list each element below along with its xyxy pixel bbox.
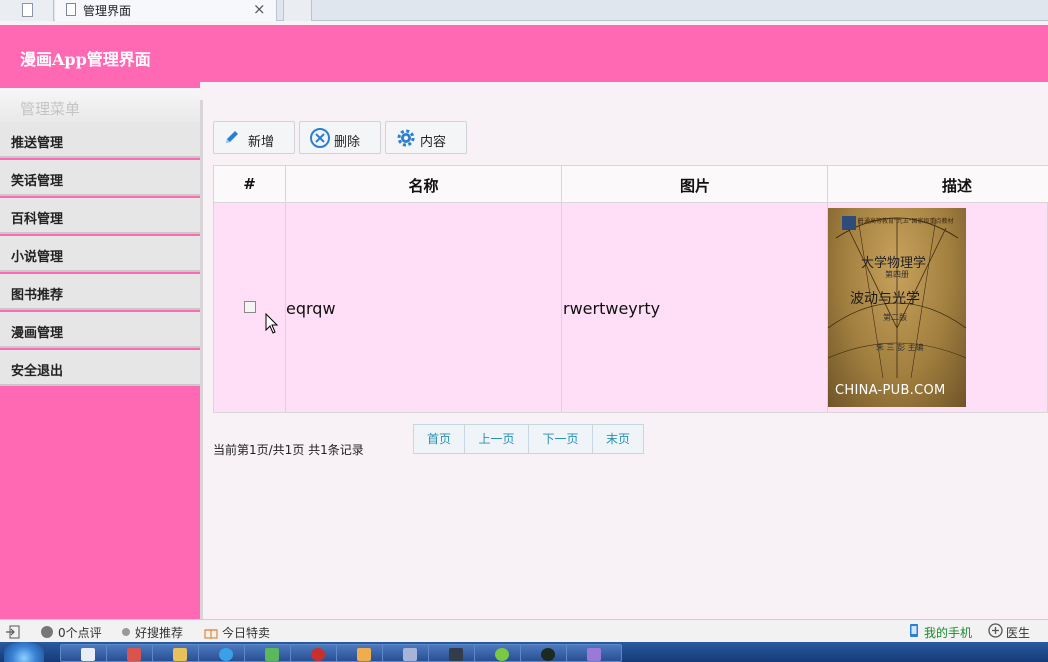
browser-app-icon bbox=[219, 648, 233, 661]
sidebar-item-label: 安全退出 bbox=[11, 364, 64, 379]
status-reviews[interactable]: 0个点评 bbox=[58, 624, 102, 641]
document-icon bbox=[66, 3, 76, 16]
column-header-index: # bbox=[243, 175, 256, 193]
prev-page-button[interactable]: 上一页 bbox=[465, 425, 529, 453]
mouse-cursor-icon bbox=[265, 313, 279, 334]
document-app-icon bbox=[81, 648, 95, 661]
review-icon bbox=[41, 626, 53, 638]
column-header-name[interactable]: 名称 bbox=[285, 175, 562, 196]
pagination: 首页 上一页 下一页 末页 bbox=[413, 424, 644, 454]
sidebar-item-label: 漫画管理 bbox=[11, 326, 64, 341]
paint-app-icon bbox=[127, 648, 141, 661]
pagination-info: 当前第1页/共1页 共1条记录 bbox=[213, 443, 364, 457]
menu-heading: 管理菜单 bbox=[0, 88, 200, 122]
row-name-cell: eqrqw bbox=[286, 299, 336, 318]
sidebar-item-jokes[interactable]: 笑话管理 bbox=[0, 160, 200, 196]
android-icon bbox=[541, 648, 555, 661]
status-doctor[interactable]: 医生 bbox=[1006, 624, 1030, 641]
browser-tab[interactable]: 管理界面 × bbox=[55, 0, 277, 21]
pencil-icon bbox=[226, 131, 238, 143]
next-page-button[interactable]: 下一页 bbox=[529, 425, 593, 453]
book-edition: 第二版 bbox=[883, 313, 907, 322]
os-taskbar bbox=[0, 642, 1048, 662]
add-button-label: 新增 bbox=[248, 135, 275, 150]
folder-icon bbox=[173, 648, 187, 661]
sidebar: 管理菜单 推送管理 笑话管理 百科管理 小说管理 图书推荐 漫画管理 安全退出 bbox=[0, 82, 200, 619]
sidebar-item-comics[interactable]: 漫画管理 bbox=[0, 312, 200, 348]
add-button[interactable]: 新增 bbox=[213, 121, 295, 154]
last-page-button[interactable]: 末页 bbox=[593, 425, 643, 453]
app-header: 漫画App管理界面 bbox=[0, 25, 1048, 82]
book-cover-banner: 普通高等教育"九五"国家级重点教材 bbox=[828, 212, 966, 230]
sidebar-item-label: 图书推荐 bbox=[11, 288, 64, 303]
new-tab-button[interactable] bbox=[283, 0, 312, 21]
sidebar-item-novels[interactable]: 小说管理 bbox=[0, 236, 200, 272]
tool-icon bbox=[357, 648, 371, 661]
status-deals[interactable]: 今日特卖 bbox=[222, 624, 270, 641]
app-icon bbox=[449, 648, 463, 661]
app-icon bbox=[587, 648, 601, 661]
gear-icon bbox=[397, 129, 415, 147]
content-button-label: 内容 bbox=[420, 135, 447, 150]
page-icon bbox=[22, 3, 33, 17]
book-volume: 第四册 bbox=[885, 270, 909, 279]
book-watermark: CHINA-PUB.COM bbox=[835, 383, 946, 398]
browser-app-icon bbox=[495, 648, 509, 661]
menu-heading-label: 管理菜单 bbox=[20, 100, 81, 118]
column-header-description[interactable]: 描述 bbox=[828, 175, 1048, 196]
column-header-image[interactable]: 图片 bbox=[562, 175, 828, 196]
sidebar-item-logout[interactable]: 安全退出 bbox=[0, 350, 200, 386]
column-divider bbox=[285, 166, 286, 412]
delete-button[interactable]: 删除 bbox=[299, 121, 381, 154]
status-my-phone[interactable]: 我的手机 bbox=[924, 624, 972, 641]
book-author: 朱 三 彭 主编 bbox=[876, 343, 924, 352]
table-header: # 名称 图片 描述 bbox=[214, 166, 1048, 203]
sidebar-splitter[interactable] bbox=[200, 100, 203, 619]
app-icon bbox=[311, 648, 325, 661]
sign-in-icon[interactable] bbox=[6, 625, 20, 639]
book-subtitle: 波动与光学 bbox=[850, 291, 920, 307]
sidebar-item-books[interactable]: 图书推荐 bbox=[0, 274, 200, 310]
data-table: # 名称 图片 描述 eqrqw rwertweyrty 普通高等教育"九五"国… bbox=[213, 165, 1048, 413]
browser-status-bar: 0个点评 好搜推荐 今日特卖 我的手机 医生 bbox=[0, 619, 1048, 642]
tab-sidebar-toggle[interactable] bbox=[0, 0, 54, 21]
gift-icon bbox=[204, 629, 218, 639]
browser-tab-strip: 管理界面 × bbox=[0, 0, 1048, 21]
taskbar-app-purple[interactable] bbox=[566, 644, 622, 662]
content-button[interactable]: 内容 bbox=[385, 121, 467, 154]
row-image-cell: rwertweyrty bbox=[563, 299, 661, 318]
browser-tab-title: 管理界面 bbox=[83, 4, 132, 18]
delete-circle-icon bbox=[310, 128, 330, 148]
status-recommend[interactable]: 好搜推荐 bbox=[135, 624, 183, 641]
book-cover-image: 普通高等教育"九五"国家级重点教材 大学物理学 第四册 波动与光学 第二版 朱 … bbox=[828, 208, 966, 407]
first-page-button[interactable]: 首页 bbox=[414, 425, 465, 453]
sidebar-item-label: 百科管理 bbox=[11, 212, 64, 227]
app-title: 漫画App管理界面 bbox=[20, 50, 151, 69]
start-button[interactable] bbox=[4, 642, 44, 662]
delete-button-label: 删除 bbox=[334, 135, 361, 150]
sidebar-item-label: 笑话管理 bbox=[11, 174, 64, 189]
phone-icon bbox=[910, 624, 918, 637]
sidebar-item-label: 推送管理 bbox=[11, 136, 64, 151]
book-banner-text: 普通高等教育"九五"国家级重点教材 bbox=[858, 218, 954, 225]
sidebar-item-label: 小说管理 bbox=[11, 250, 64, 265]
doctor-icon bbox=[988, 623, 1003, 638]
publisher-logo-icon bbox=[842, 216, 856, 230]
app-icon bbox=[265, 648, 279, 661]
row-select-checkbox[interactable] bbox=[244, 301, 256, 313]
sidebar-item-encyclopedia[interactable]: 百科管理 bbox=[0, 198, 200, 234]
sidebar-item-push[interactable]: 推送管理 bbox=[0, 122, 200, 158]
app-icon bbox=[403, 648, 417, 661]
column-divider bbox=[561, 166, 562, 412]
dot-icon bbox=[122, 628, 130, 636]
tab-close-icon[interactable]: × bbox=[253, 0, 266, 19]
